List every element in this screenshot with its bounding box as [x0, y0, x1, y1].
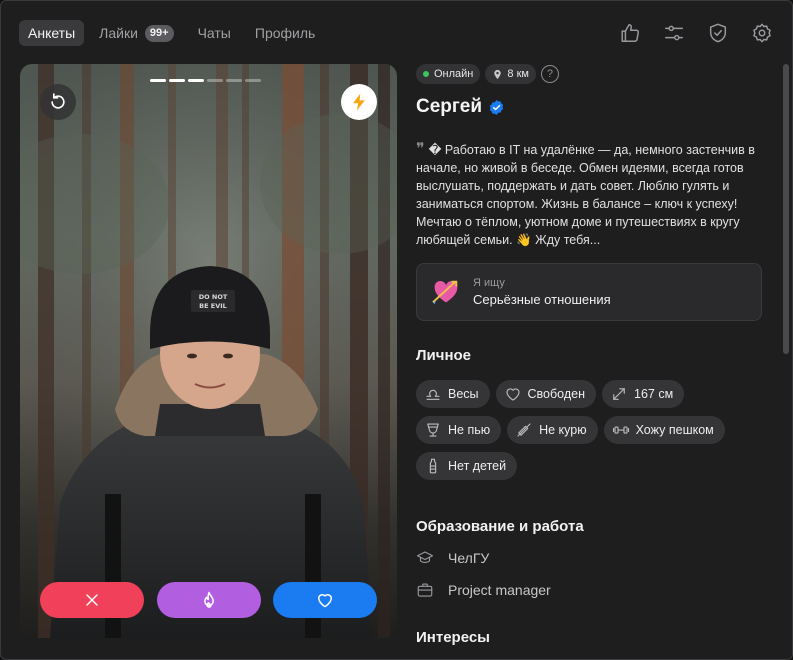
profile-photo-card[interactable]: DO NOT BE EVIL	[20, 64, 397, 638]
name-row: Сергей	[416, 94, 766, 120]
profile-bio: ❞ � Работаю в IT на удалёнке — да, немног…	[416, 140, 761, 249]
bottle-icon	[429, 458, 437, 474]
swipe-actions	[40, 582, 377, 618]
top-nav: Анкеты Лайки 99+ Чаты Профиль	[19, 20, 330, 46]
seeking-label: Я ищу	[473, 277, 505, 289]
chip-relationship: Свободен	[495, 380, 596, 408]
education-job: Project manager	[416, 581, 766, 599]
tab-label: Лайки	[99, 25, 138, 41]
heart-icon	[505, 388, 520, 401]
graduation-cap-icon	[416, 551, 434, 563]
chip-label: Хожу пешком	[635, 423, 714, 437]
glass-icon	[427, 423, 439, 437]
chip-smoking: Не курю	[507, 416, 598, 444]
photo-progress-seg	[150, 79, 166, 82]
thumb-up-icon[interactable]	[618, 21, 642, 45]
chip-label: Весы	[448, 387, 479, 401]
status-row: Онлайн 8 км ?	[416, 64, 766, 84]
libra-icon	[426, 389, 440, 400]
photo-progress	[150, 79, 264, 82]
chip-drinking: Не пью	[416, 416, 502, 444]
heart-arrow-icon	[432, 280, 458, 305]
distance-badge: 8 км	[485, 64, 536, 84]
chip-label: Не пью	[448, 423, 491, 437]
height-icon	[613, 388, 625, 400]
chip-label: Свободен	[527, 387, 585, 401]
photo-progress-seg	[226, 79, 242, 82]
photo-progress-seg	[245, 79, 261, 82]
bio-text: � Работаю в IT на удалёнке — да, немного…	[416, 143, 755, 247]
seeking-card: Я ищу Серьёзные отношения	[416, 263, 762, 321]
close-icon	[86, 594, 98, 606]
heart-icon	[318, 594, 332, 608]
chip-label: 167 см	[634, 387, 674, 401]
likes-count-badge: 99+	[144, 24, 174, 42]
shield-icon[interactable]	[706, 21, 730, 45]
chip-height: 167 см	[602, 380, 685, 408]
chip-label: Не курю	[539, 423, 587, 437]
tab-profiles[interactable]: Анкеты	[19, 20, 85, 46]
photo-progress-seg	[188, 79, 204, 82]
chip-label: Нет детей	[448, 459, 507, 473]
sliders-icon[interactable]	[662, 21, 686, 45]
school-name: ЧелГУ	[448, 550, 490, 566]
tab-label: Чаты	[197, 25, 231, 41]
profile-info: Онлайн 8 км ? Сергей ❞ � Работаю в IT на …	[416, 64, 766, 659]
personal-chips: Весы Свободен 167 см Не пью Не курю Хожу…	[416, 380, 766, 488]
briefcase-icon	[417, 583, 433, 597]
tab-profile[interactable]: Профиль	[246, 20, 324, 46]
boost-button[interactable]	[341, 84, 377, 120]
flame-icon	[203, 591, 214, 608]
no-smoking-icon	[517, 423, 531, 437]
svg-text:DO NOT: DO NOT	[199, 293, 228, 301]
online-dot	[423, 71, 429, 77]
profile-photo: DO NOT BE EVIL	[20, 64, 397, 638]
super-like-button[interactable]	[156, 582, 261, 618]
dislike-button[interactable]	[40, 582, 144, 618]
photo-progress-seg	[169, 79, 185, 82]
rewind-button[interactable]	[40, 84, 76, 120]
personal-section-title: Личное	[416, 347, 472, 364]
interests-section-title: Интересы	[416, 629, 490, 646]
app-window: Анкеты Лайки 99+ Чаты Профиль DO NOT BE …	[0, 0, 793, 660]
distance-label: 8 км	[507, 68, 529, 80]
education-section-title: Образование и работа	[416, 518, 584, 535]
chip-activity: Хожу пешком	[603, 416, 725, 444]
help-icon[interactable]: ?	[540, 65, 559, 83]
profile-name: Сергей	[416, 96, 483, 117]
online-badge: Онлайн	[416, 64, 481, 84]
chip-children: Нет детей	[416, 452, 518, 480]
quote-icon: ❞	[416, 139, 425, 158]
photo-progress-seg	[207, 79, 223, 82]
tab-likes[interactable]: Лайки 99+	[90, 20, 182, 46]
like-button[interactable]	[273, 582, 377, 618]
tab-chats[interactable]: Чаты	[189, 20, 240, 46]
online-label: Онлайн	[434, 68, 474, 80]
gear-icon[interactable]	[750, 21, 774, 45]
location-pin-icon	[494, 69, 502, 79]
tab-label: Профиль	[254, 25, 316, 41]
svg-text:BE EVIL: BE EVIL	[199, 302, 227, 310]
chip-zodiac: Весы	[416, 380, 490, 408]
education-school: ЧелГУ	[416, 549, 766, 567]
undo-icon	[51, 93, 65, 109]
seeking-value: Серьёзные отношения	[473, 292, 611, 307]
tab-label: Анкеты	[28, 25, 76, 41]
top-toolbar	[598, 21, 774, 45]
seeking-text: Я ищу Серьёзные отношения	[473, 277, 611, 307]
job-title: Project manager	[448, 582, 551, 598]
lightning-icon	[353, 93, 365, 111]
verified-icon	[489, 99, 504, 115]
scrollbar[interactable]	[783, 64, 789, 354]
dumbbell-icon	[612, 426, 629, 434]
